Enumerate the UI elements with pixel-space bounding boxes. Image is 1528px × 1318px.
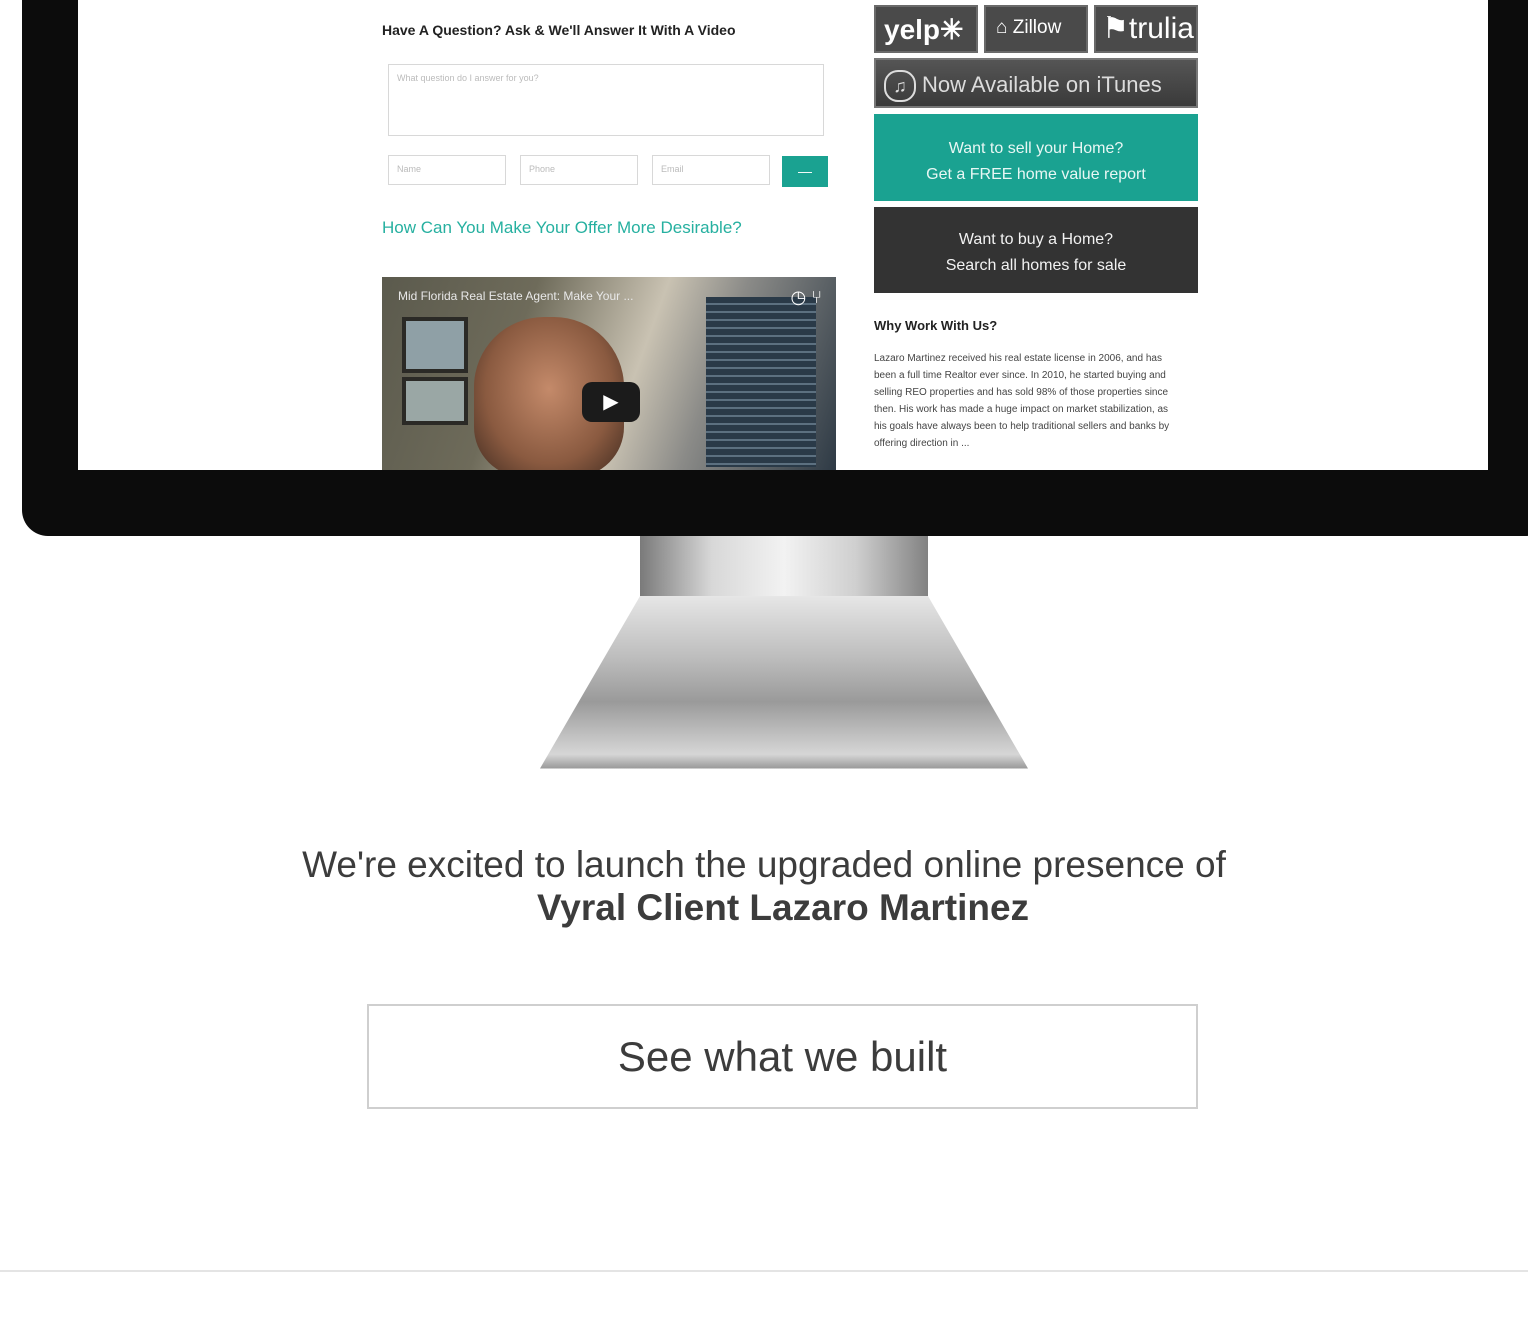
sell-cta-line1: Want to sell your Home?	[948, 140, 1124, 157]
email-input[interactable]: Email	[652, 155, 770, 185]
monitor-stand	[540, 596, 1028, 769]
why-text: Lazaro Martinez received his real estate…	[874, 353, 1170, 449]
question-heading: Have A Question? Ask & We'll Answer It W…	[382, 22, 736, 38]
yelp-badge[interactable]: yelp✳	[874, 5, 978, 53]
see-what-we-built-button[interactable]: See what we built	[367, 1004, 1198, 1109]
why-heading: Why Work With Us?	[874, 318, 998, 333]
video-share-icon[interactable]: ◷ ⑂	[790, 287, 822, 308]
submit-button[interactable]: —	[782, 156, 828, 187]
itunes-label: Now Available on iTunes	[922, 71, 1162, 97]
monitor-stand-neck	[640, 536, 928, 596]
wall-frame-image	[402, 317, 468, 373]
announcement-intro: We're excited to launch the upgraded onl…	[302, 844, 1226, 885]
play-icon[interactable]: ▶	[582, 382, 640, 422]
client-name: Vyral Client Lazaro Martinez	[536, 887, 1030, 928]
sell-cta-line2: Get a FREE home value report	[926, 166, 1146, 183]
video-player[interactable]: Mid Florida Real Estate Agent: Make Your…	[382, 277, 836, 470]
name-input[interactable]: Name	[388, 155, 506, 185]
buy-home-cta[interactable]: Want to buy a Home? Search all homes for…	[874, 207, 1198, 293]
music-note-icon: ♫	[884, 70, 916, 102]
buy-cta-line1: Want to buy a Home?	[958, 231, 1114, 248]
monitor-screen: Have A Question? Ask & We'll Answer It W…	[78, 0, 1488, 470]
zillow-badge[interactable]: ⌂ Zillow	[984, 5, 1088, 53]
phone-input[interactable]: Phone	[520, 155, 638, 185]
question-textarea[interactable]: What question do I answer for you?	[388, 64, 824, 136]
offer-link[interactable]: How Can You Make Your Offer More Desirab…	[382, 218, 742, 238]
video-title: Mid Florida Real Estate Agent: Make Your…	[398, 289, 634, 303]
buy-cta-line2: Search all homes for sale	[945, 257, 1127, 274]
review-badges: yelp✳ ⌂ Zillow ⚑trulia	[874, 5, 1198, 53]
trulia-badge[interactable]: ⚑trulia	[1094, 5, 1198, 53]
footer-divider	[0, 1270, 1528, 1272]
window-blinds-image	[706, 297, 816, 467]
wall-frame-image	[402, 377, 468, 425]
itunes-badge[interactable]: ♫ Now Available on iTunes	[874, 58, 1198, 108]
sell-home-cta[interactable]: Want to sell your Home? Get a FREE home …	[874, 114, 1198, 201]
